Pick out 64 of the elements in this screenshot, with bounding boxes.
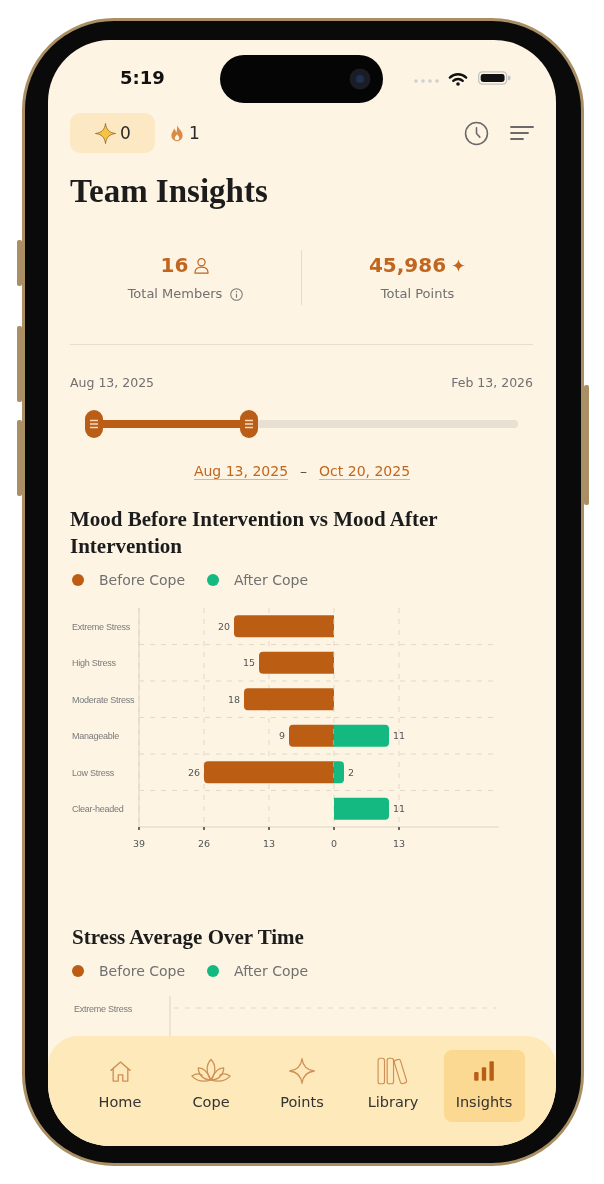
stat-value: 45,986 <box>368 252 447 279</box>
range-start-link[interactable]: Aug 13, 2025 <box>193 460 289 482</box>
bar-value-label: 11 <box>393 730 406 742</box>
bar-value-label: 20 <box>217 620 230 632</box>
range-min-date: Aug 13, 2025 <box>70 374 155 392</box>
books-icon <box>376 1056 410 1086</box>
bar-value-label: 11 <box>393 803 406 815</box>
chart-title: Stress Average Over Time <box>72 924 305 951</box>
stat-label: Total Points <box>380 285 455 303</box>
flame-icon <box>168 123 186 143</box>
chart-bar <box>289 724 334 747</box>
category-label: Extreme Stress <box>74 1003 132 1014</box>
chart-bar <box>334 797 389 820</box>
stat-value: 16 <box>160 252 189 279</box>
axis-tick-label: 26 <box>197 838 211 849</box>
bar-value-label: 9 <box>278 730 285 742</box>
category-label: Clear-headed <box>72 804 124 815</box>
axis-tick-label: 39 <box>132 838 146 849</box>
legend-label: After Cope <box>234 962 308 981</box>
points-count: 0 <box>120 123 131 143</box>
bar-value-label: 15 <box>242 657 255 669</box>
chart-title: Mood Before Intervention vs Mood After Intervention <box>70 506 439 560</box>
info-icon[interactable] <box>230 287 244 301</box>
sparkle-icon <box>94 121 118 145</box>
sparkle-icon <box>288 1057 316 1085</box>
battery-icon <box>477 71 512 85</box>
axis-tick-label: 13 <box>392 838 406 849</box>
category-label: High Stress <box>72 658 116 669</box>
streak-count: 1 <box>189 123 200 143</box>
wifi-icon <box>448 70 468 86</box>
camera-icon <box>349 68 371 90</box>
bar-value-label: 2 <box>348 766 355 778</box>
nav-tab[interactable]: Insights <box>443 1050 525 1122</box>
legend-label: Before Cope <box>99 571 186 590</box>
nav-tab[interactable]: Cope <box>170 1050 252 1122</box>
category-label: Moderate Stress <box>72 694 135 705</box>
chart-bar <box>334 724 389 747</box>
legend-label: After Cope <box>234 571 308 590</box>
category-label: Extreme Stress <box>72 621 130 632</box>
signal-icon <box>414 79 439 83</box>
axis-tick-label: 13 <box>262 838 276 849</box>
legend-label: Before Cope <box>99 962 186 981</box>
slider-thumb[interactable] <box>239 410 258 438</box>
sparkle-icon <box>451 257 467 273</box>
bar-value-label: 18 <box>227 693 240 705</box>
menu-icon[interactable] <box>510 125 534 141</box>
range-end-link[interactable]: Oct 20, 2025 <box>319 460 411 482</box>
status-time: 5:19 <box>120 67 165 89</box>
nav-tab[interactable]: Library <box>352 1050 434 1122</box>
person-icon <box>193 256 211 274</box>
clock-icon[interactable] <box>464 120 489 146</box>
stat-label: Total Members <box>127 285 223 303</box>
axis-tick-label: 0 <box>331 838 337 849</box>
nav-tab[interactable]: Points <box>261 1050 343 1122</box>
category-label: Low Stress <box>72 767 115 778</box>
slider-thumb[interactable] <box>85 410 103 438</box>
nav-tab[interactable]: Home <box>79 1050 161 1122</box>
bar-chart-icon <box>472 1059 496 1083</box>
range-separator: – <box>300 462 308 481</box>
lotus-icon <box>190 1057 232 1085</box>
category-label: Manageable <box>72 731 120 742</box>
range-max-date: Feb 13, 2026 <box>451 374 533 392</box>
page-title: Team Insights <box>70 173 269 209</box>
bar-value-label: 26 <box>187 766 200 778</box>
